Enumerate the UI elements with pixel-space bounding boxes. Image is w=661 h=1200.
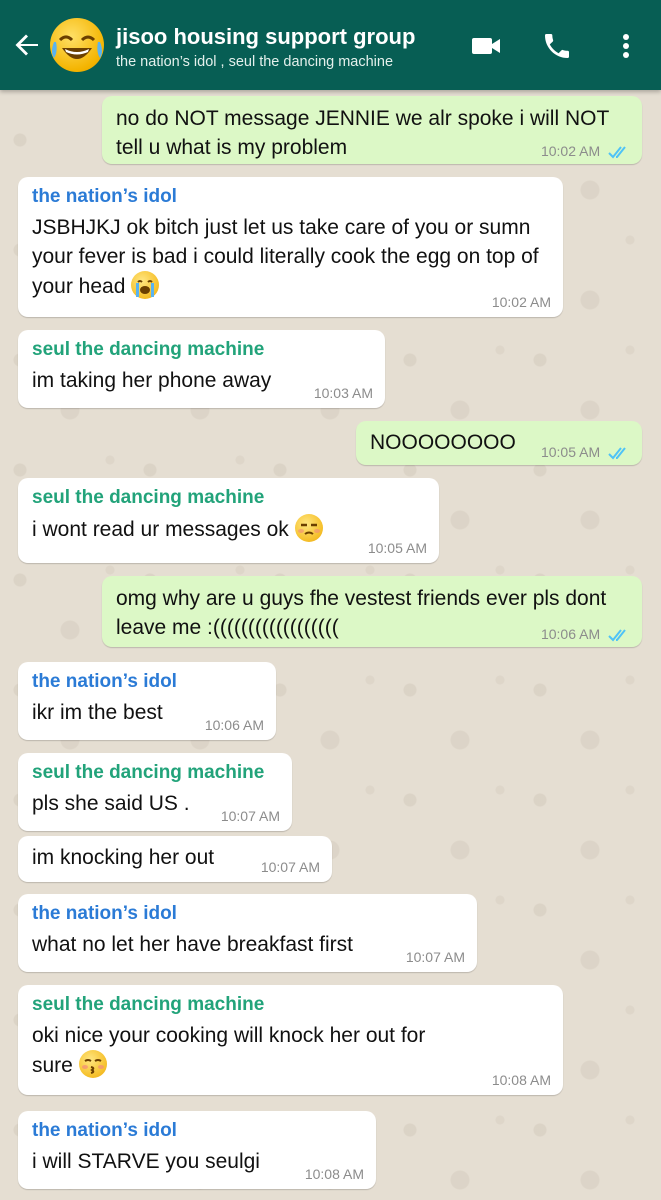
message-bubble-incoming[interactable]: the nation’s idol ikr im the best 10:06 … (18, 662, 276, 740)
message-sender: seul the dancing machine (32, 762, 265, 783)
message-sender: seul the dancing machine (32, 994, 265, 1015)
loudly-crying-face-emoji (131, 271, 160, 299)
message-sender: the nation’s idol (32, 186, 177, 207)
voice-call-icon[interactable] (541, 30, 573, 62)
message-bubble-incoming[interactable]: the nation’s idol JSBHJKJ ok bitch just … (18, 177, 563, 317)
message-bubble-incoming[interactable]: seul the dancing machine im taking her p… (18, 330, 385, 408)
message-time: 10:07 AM (260, 859, 320, 875)
message-bubble-incoming[interactable]: seul the dancing machine oki nice your c… (18, 985, 563, 1095)
video-call-icon[interactable] (470, 30, 502, 62)
message-bubble-incoming[interactable]: seul the dancing machine i wont read ur … (18, 478, 439, 563)
message-time: 10:08 AM (491, 1072, 551, 1088)
more-vert-icon[interactable] (610, 30, 642, 62)
message-sender: seul the dancing machine (32, 339, 265, 360)
message-bubble-outgoing[interactable]: omg why are u guys fhe vestest friends e… (102, 576, 642, 647)
message-time: 10:06 AM (541, 626, 630, 642)
kissing-face-emoji (78, 1050, 107, 1078)
message-text: JSBHJKJ ok bitch just let us take care o… (32, 216, 539, 299)
message-time: 10:02 AM (541, 143, 630, 159)
message-time: 10:05 AM (541, 444, 630, 460)
message-text: oki nice your cooking will knock her out… (32, 1024, 426, 1078)
message-list[interactable]: no do NOT message JENNIE we alr spoke i … (0, 90, 661, 1200)
message-time: 10:03 AM (313, 385, 373, 401)
message-sender: seul the dancing machine (32, 487, 265, 508)
message-sender: the nation’s idol (32, 1120, 177, 1141)
message-bubble-outgoing[interactable]: NOOOOOOOO 10:05 AM (356, 421, 642, 465)
group-avatar[interactable] (50, 18, 104, 72)
message-text: i wont read ur messages ok (32, 514, 425, 544)
read-receipt-icon (608, 447, 626, 460)
message-sender: the nation’s idol (32, 903, 177, 924)
message-bubble-incoming[interactable]: im knocking her out 10:07 AM (18, 836, 332, 882)
message-bubble-incoming[interactable]: the nation’s idol i will STARVE you seul… (18, 1111, 376, 1189)
message-bubble-outgoing[interactable]: no do NOT message JENNIE we alr spoke i … (102, 96, 642, 164)
chat-header: jisoo housing support group the nation’s… (0, 0, 661, 90)
unamused-face-emoji (294, 514, 323, 542)
message-text: what no let her have breakfast first (32, 933, 353, 956)
read-receipt-icon (608, 629, 626, 642)
group-members[interactable]: the nation’s idol , seul the dancing mac… (116, 54, 393, 70)
message-sender: the nation’s idol (32, 671, 177, 692)
message-time: 10:02 AM (491, 294, 551, 310)
message-time: 10:07 AM (405, 949, 465, 965)
message-bubble-incoming[interactable]: the nation’s idol what no let her have b… (18, 894, 477, 972)
message-bubble-incoming[interactable]: seul the dancing machine pls she said US… (18, 753, 292, 831)
message-time: 10:06 AM (204, 717, 264, 733)
back-arrow-icon[interactable] (12, 30, 42, 60)
message-time: 10:05 AM (367, 540, 427, 556)
message-time: 10:07 AM (220, 808, 280, 824)
message-time: 10:08 AM (304, 1166, 364, 1182)
group-name[interactable]: jisoo housing support group (116, 24, 415, 50)
read-receipt-icon (608, 146, 626, 159)
